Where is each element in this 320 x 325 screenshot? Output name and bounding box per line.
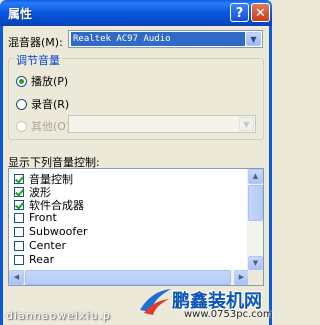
- swoosh-logo-icon: [140, 289, 171, 315]
- chevron-down-icon[interactable]: ▼: [246, 32, 261, 46]
- horizontal-scrollbar[interactable]: ◀ ▶: [9, 270, 249, 285]
- close-icon: ✕: [255, 6, 266, 21]
- close-button[interactable]: ✕: [251, 3, 270, 22]
- help-button[interactable]: ?: [230, 3, 249, 22]
- radio-playback[interactable]: 播放(P): [16, 73, 68, 89]
- list-item[interactable]: Center: [14, 239, 66, 252]
- watermark-url: www.0753pc.com: [184, 309, 273, 320]
- radio-other-label: 其他(O): [31, 120, 71, 133]
- checkbox[interactable]: [14, 226, 24, 237]
- question-icon: ?: [235, 6, 244, 21]
- horizontal-scroll-thumb[interactable]: [25, 270, 231, 285]
- vertical-scrollbar[interactable]: ▲ ▼: [247, 169, 263, 271]
- vertical-scroll-thumb[interactable]: [248, 185, 263, 221]
- radio-playback-label: 播放(P): [31, 75, 69, 88]
- scroll-left-icon[interactable]: ◀: [9, 270, 24, 285]
- mixer-select[interactable]: Realtek AC97 Audio ▼: [68, 30, 263, 48]
- list-item-label: Rear: [29, 253, 55, 266]
- other-device-select: ▼: [68, 115, 256, 133]
- checkbox-checked[interactable]: [14, 173, 24, 184]
- checkbox[interactable]: [14, 212, 24, 223]
- scroll-right-icon[interactable]: ▶: [234, 270, 249, 285]
- list-item-label: Front: [29, 211, 57, 224]
- window-title: 属性: [8, 7, 33, 21]
- radio-button-disabled: [16, 120, 27, 132]
- list-item[interactable]: Subwoofer: [14, 225, 88, 238]
- radio-button[interactable]: [16, 98, 27, 110]
- radio-recording[interactable]: 录音(R): [16, 96, 69, 112]
- scroll-up-icon[interactable]: ▲: [248, 169, 263, 184]
- list-item[interactable]: 软件合成器: [14, 198, 84, 212]
- radio-button-checked[interactable]: [16, 75, 27, 87]
- list-item[interactable]: Front: [14, 211, 57, 224]
- adjust-volume-title: 调节音量: [14, 52, 62, 68]
- watermark-text: diannaoweixiu.p: [6, 309, 112, 322]
- checkbox[interactable]: [14, 254, 24, 265]
- checkbox[interactable]: [14, 240, 24, 251]
- list-item[interactable]: Rear: [14, 253, 54, 266]
- title-bar[interactable]: 属性 ? ✕: [0, 0, 272, 26]
- mixer-selected-value: Realtek AC97 Audio: [71, 32, 245, 46]
- radio-other: 其他(O): [16, 118, 70, 134]
- list-item-label: Center: [29, 239, 67, 252]
- chevron-down-icon: ▼: [239, 117, 254, 131]
- mixer-label: 混音器(M):: [8, 36, 63, 49]
- scrollbar-corner: [248, 270, 263, 285]
- checkbox-checked[interactable]: [14, 186, 24, 197]
- list-item-label: Subwoofer: [29, 225, 88, 238]
- volume-controls-list[interactable]: 音量控制 波形 软件合成器 Front Subwoofer Center Rea…: [8, 168, 264, 286]
- radio-recording-label: 录音(R): [31, 98, 70, 111]
- scroll-down-icon[interactable]: ▼: [248, 256, 263, 271]
- checkbox-checked[interactable]: [14, 199, 24, 210]
